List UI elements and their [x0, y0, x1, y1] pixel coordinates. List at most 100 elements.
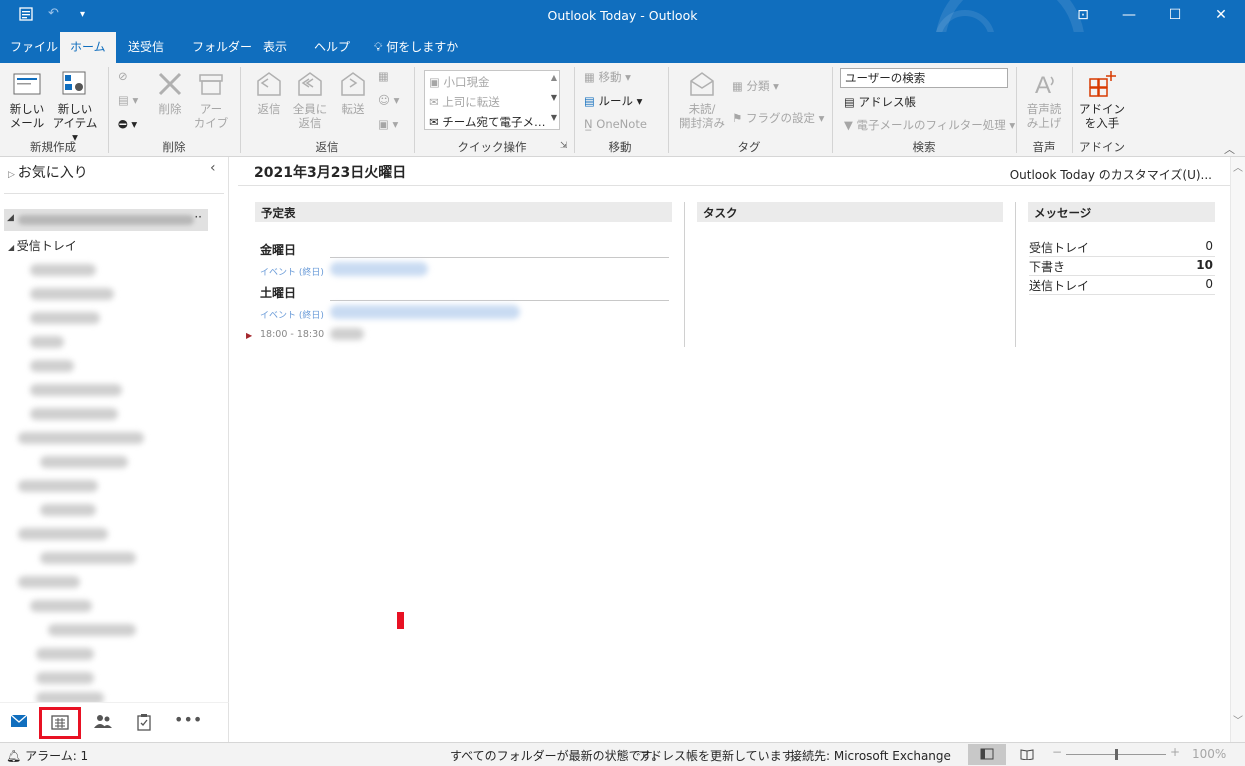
column-separator	[684, 202, 685, 347]
zoom-level[interactable]: 100%	[1192, 747, 1226, 761]
zoom-in-icon[interactable]: +	[1170, 745, 1180, 759]
dialog-launcher-icon[interactable]: ⇲	[560, 141, 568, 151]
tab-help[interactable]: ヘルプ	[304, 32, 360, 63]
folder-item-redacted[interactable]	[30, 336, 64, 348]
quick-step-item[interactable]: ✉︎ 上司に転送	[429, 94, 500, 110]
tab-home[interactable]: ホーム	[60, 32, 116, 63]
normal-view-button[interactable]	[968, 744, 1006, 765]
day-heading: 土曜日	[260, 286, 297, 300]
folder-item-redacted[interactable]	[40, 456, 128, 468]
mail-icon[interactable]	[6, 713, 32, 733]
people-icon[interactable]	[90, 713, 116, 733]
folder-item-redacted[interactable]	[30, 288, 114, 300]
tasks-section-header[interactable]: タスク	[697, 202, 1003, 222]
account-name-redacted	[18, 215, 194, 225]
outlook-today-view: 2021年3月23日火曜日 Outlook Today のカスタマイズ(U)..…	[230, 157, 1230, 742]
folder-item-redacted[interactable]	[18, 528, 108, 540]
folder-item-redacted[interactable]	[30, 408, 118, 420]
alarm-status[interactable]: 🔔︎ アラーム: 1	[6, 747, 88, 764]
event-title-redacted[interactable]	[330, 262, 428, 276]
search-people-input[interactable]	[840, 68, 1008, 88]
zoom-slider-thumb[interactable]	[1115, 749, 1118, 760]
collapse-triangle-icon: ◢	[8, 243, 17, 252]
collapse-pane-icon[interactable]: ‹	[210, 160, 216, 176]
tab-view[interactable]: 表示	[253, 32, 297, 63]
move-button[interactable]: ▦ 移動 ▾	[584, 69, 631, 85]
folder-item-redacted[interactable]	[48, 624, 136, 636]
unread-read-button[interactable]: 未読/開封済み	[674, 69, 730, 130]
forward-button[interactable]: 転送	[334, 69, 372, 116]
new-mail-button[interactable]: 新しい メール	[6, 69, 48, 130]
tab-folder[interactable]: フォルダー	[182, 32, 262, 63]
customize-outlook-today-link[interactable]: Outlook Today のカスタマイズ(U)...	[1010, 166, 1212, 183]
scroll-up-icon[interactable]: ︿	[1233, 159, 1243, 174]
categorize-button[interactable]: ▦ 分類 ▾	[732, 78, 779, 94]
scroll-down-icon[interactable]: ﹀	[1233, 712, 1243, 727]
reply-button[interactable]: 返信	[250, 69, 288, 116]
delete-button[interactable]: 削除	[152, 69, 188, 116]
filter-email-button[interactable]: ▼ 電子メールのフィルター処理 ▾	[844, 117, 1015, 133]
cleanup-icon[interactable]: ▤ ▾	[118, 93, 138, 107]
messages-section-header[interactable]: メッセージ	[1028, 202, 1215, 222]
ribbon-display-options-button[interactable]: ⊡	[1060, 0, 1106, 32]
event-title-redacted[interactable]	[330, 305, 520, 319]
junk-icon[interactable]: ⛔︎ ▾	[118, 117, 137, 132]
archive-button[interactable]: アー カイブ	[192, 69, 230, 130]
gallery-down-icon[interactable]: ▼	[551, 93, 557, 102]
rules-button[interactable]: ▤ ルール ▾	[584, 93, 642, 109]
folder-item-redacted[interactable]	[36, 672, 94, 684]
onenote-icon: N̲	[584, 117, 597, 131]
alarm-label: アラーム: 1	[25, 749, 89, 763]
reading-view-button[interactable]	[1008, 744, 1046, 765]
tasks-icon[interactable]	[131, 713, 157, 733]
folder-item-redacted[interactable]	[30, 360, 74, 372]
folder-inbox[interactable]: ◢ 受信トレイ	[8, 237, 77, 254]
folder-item-redacted[interactable]	[30, 264, 96, 276]
tab-send-receive[interactable]: 送受信	[118, 32, 174, 63]
more-reply-icon[interactable]: ▣ ▾	[378, 117, 398, 131]
folder-item-redacted[interactable]	[30, 600, 92, 612]
quick-step-icon: ✉︎	[429, 95, 443, 109]
tab-file[interactable]: ファイル	[0, 32, 68, 63]
account-header[interactable]: ◢ ··	[4, 209, 208, 231]
favorites-header[interactable]: ▷ お気に入り	[8, 162, 88, 182]
red-annotation-mark	[397, 612, 404, 629]
gallery-up-icon[interactable]: ▲	[551, 73, 557, 82]
address-book-button[interactable]: ▤ アドレス帳	[844, 94, 916, 110]
follow-up-button[interactable]: ⚑ フラグの設定 ▾	[732, 110, 824, 126]
folder-item-redacted[interactable]	[30, 312, 100, 324]
quick-step-item[interactable]: ▣ 小口現金	[429, 74, 490, 90]
main-scrollbar[interactable]: ︿ ﹀	[1230, 157, 1245, 742]
collapse-ribbon-icon[interactable]: ︿	[1224, 141, 1235, 157]
folder-item-redacted[interactable]	[18, 432, 144, 444]
categorize-icon: ▦	[732, 79, 747, 93]
close-button[interactable]: ✕	[1198, 0, 1244, 32]
tell-me-search[interactable]: 💡︎ 何をしますか	[364, 32, 468, 63]
folder-item-redacted[interactable]	[18, 480, 98, 492]
calendar-icon[interactable]	[39, 707, 81, 739]
im-reply-icon[interactable]: ☺ ▾	[378, 93, 399, 107]
ignore-icon[interactable]: ⊘︎	[118, 69, 128, 83]
zoom-out-icon[interactable]: −	[1052, 745, 1062, 759]
reply-all-button[interactable]: 全員に 返信	[290, 69, 330, 130]
connection-status[interactable]: 接続先: Microsoft Exchange	[790, 747, 951, 764]
folder-item-redacted[interactable]	[18, 576, 80, 588]
folder-item-redacted[interactable]	[36, 648, 94, 660]
folder-item-redacted[interactable]	[30, 384, 122, 396]
read-aloud-button[interactable]: A 音声読 み上げ	[1022, 69, 1066, 130]
onenote-button[interactable]: N̲ OneNote	[584, 117, 647, 131]
get-addins-button[interactable]: アドイン を入手	[1078, 69, 1126, 130]
folder-item-redacted[interactable]	[40, 552, 136, 564]
calendar-section-header[interactable]: 予定表	[255, 202, 672, 222]
quick-step-item[interactable]: ✉︎ チーム宛て電子メ…	[429, 114, 545, 130]
new-item-button[interactable]: 新しい アイテム ▾	[52, 69, 98, 144]
meeting-reply-icon[interactable]: ▦	[378, 69, 389, 83]
gallery-more-icon[interactable]: ▼	[551, 113, 557, 122]
minimize-button[interactable]: —	[1106, 0, 1152, 32]
message-row-count: 10	[1196, 258, 1213, 272]
event-title-redacted[interactable]	[330, 328, 364, 340]
folder-item-redacted[interactable]	[40, 504, 96, 516]
folder-item-redacted[interactable]	[36, 692, 104, 702]
maximize-button[interactable]: ☐	[1152, 0, 1198, 32]
more-apps-icon[interactable]: •••	[174, 710, 202, 730]
